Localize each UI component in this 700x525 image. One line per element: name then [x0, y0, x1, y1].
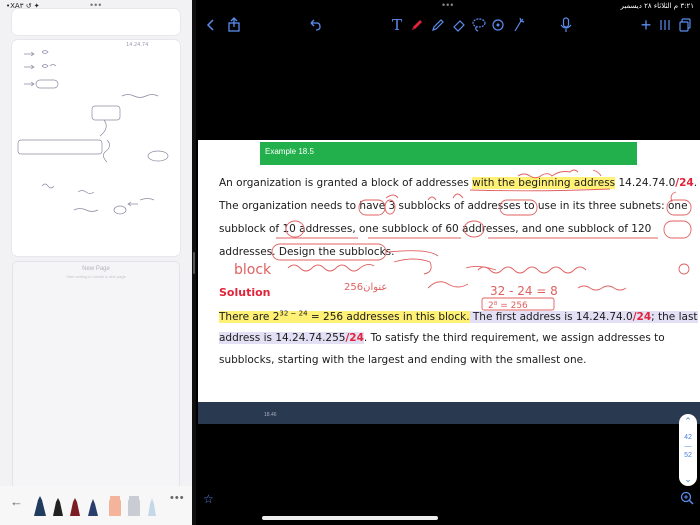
shapes-icon[interactable]	[490, 16, 508, 34]
app-window: •ΧΑ٣ ↺ ✦ ••• 14.24.74 New Page Start wri…	[0, 0, 700, 525]
svg-text:block: block	[234, 262, 272, 278]
scroll-down-chevron-icon[interactable]: ⌄	[679, 474, 697, 485]
page-scroller[interactable]: ⌃ 42 — 52 ⌄	[679, 414, 697, 486]
main-more-dots[interactable]: •••	[442, 0, 454, 10]
new-page-subtitle: Start writing to create a new page	[66, 274, 126, 279]
pen-black[interactable]	[53, 498, 63, 516]
page-thumbnail-sidebar: •ΧΑ٣ ↺ ✦ ••• 14.24.74 New Page Start wri…	[0, 0, 192, 525]
laser-pointer-icon[interactable]	[510, 16, 528, 34]
problem-line-1: An organization is granted a block of ad…	[219, 177, 698, 189]
highlighter-gray[interactable]	[128, 496, 140, 516]
zoom-magnifier-icon[interactable]	[680, 491, 694, 505]
undo-icon[interactable]	[306, 16, 324, 34]
lasso-icon[interactable]	[470, 16, 488, 34]
problem-line-3: subblock of 10 addresses, one subblock o…	[219, 223, 652, 235]
pen-tool-icon[interactable]	[408, 16, 426, 34]
page-thumbnail-current[interactable]: 14.24.74	[12, 40, 180, 256]
page-number-divider: —	[684, 443, 692, 450]
pen-swatches	[34, 496, 156, 516]
pen-navy-thin[interactable]	[88, 499, 98, 516]
pen-dark-red[interactable]	[70, 498, 80, 516]
textbook-page[interactable]: Example 18.5 An organization is granted …	[198, 140, 700, 402]
scroll-up-chevron-icon[interactable]: ⌃	[679, 416, 697, 427]
page-bottom-strip: 18.46	[198, 402, 700, 424]
home-indicator[interactable]	[262, 516, 438, 520]
status-bar-right: ٣:٢١ م الثلاثاء ٢٨ ديسمبر	[620, 2, 694, 10]
pen-light-blue[interactable]	[148, 498, 156, 516]
pen-palette: ← •••	[0, 486, 192, 525]
share-icon[interactable]	[225, 16, 243, 34]
page-copy-icon[interactable]	[676, 16, 694, 34]
page-thumbnail-previous[interactable]	[12, 9, 180, 35]
solution-line-1: There are 232 − 24 = 256 addresses in th…	[219, 309, 698, 323]
thumbnail-handwriting: 14.24.74	[17, 42, 169, 215]
add-page-icon[interactable]: +	[637, 15, 655, 35]
back-chevron-icon[interactable]	[202, 16, 220, 34]
current-page-number: 42	[684, 434, 692, 441]
split-divider-handle[interactable]	[193, 252, 195, 274]
pencil-tool-icon[interactable]	[429, 16, 447, 34]
svg-text:32 - 24 = 8: 32 - 24 = 8	[490, 284, 558, 298]
new-page-title: New Page	[82, 266, 110, 272]
new-page-button[interactable]: New Page Start writing to create a new p…	[12, 261, 180, 490]
example-banner: Example 18.5	[260, 142, 637, 165]
text-tool-icon[interactable]: T	[388, 16, 406, 34]
eraser-icon[interactable]	[450, 16, 468, 34]
problem-line-2: The organization needs to have 3 subbloc…	[219, 200, 688, 212]
solution-line-2: address is 14.24.74.255/24. To satisfy t…	[219, 332, 665, 344]
total-page-number: 52	[684, 452, 692, 459]
book-page-number: 18.46	[264, 412, 277, 418]
solution-heading: Solution	[219, 286, 271, 299]
microphone-icon[interactable]	[557, 16, 575, 34]
page-grid-icon[interactable]	[656, 16, 674, 34]
highlighter-peach[interactable]	[109, 496, 121, 516]
solution-line-3: subblocks, starting with the largest and…	[219, 354, 587, 366]
more-pens-icon[interactable]: •••	[170, 492, 185, 504]
pen-navy[interactable]	[34, 496, 46, 516]
thumbnail-date: 14.24.74	[126, 42, 148, 48]
bookmark-star-icon[interactable]: ☆	[203, 492, 214, 506]
problem-line-4: addresses. Design the subblocks.	[219, 246, 395, 258]
svg-text:256عنوان: 256عنوان	[344, 282, 387, 293]
